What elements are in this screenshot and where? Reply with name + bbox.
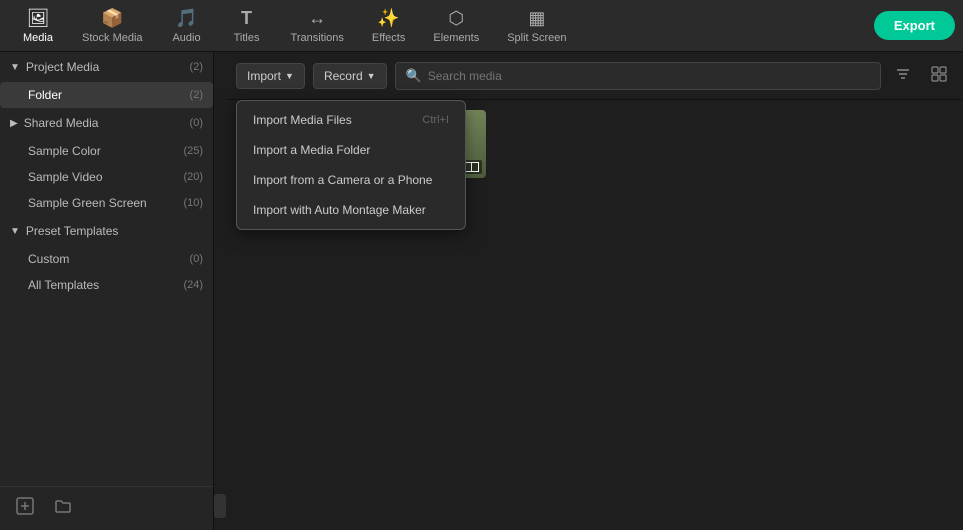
sidebar-item-sample-color[interactable]: Sample Color (25)	[0, 138, 213, 164]
media-icon: 🖼	[27, 8, 50, 29]
content-area: Import ▼ Record ▼ 🔍	[226, 52, 963, 530]
import-files-item[interactable]: Import Media Files Ctrl+I	[237, 105, 465, 135]
effects-icon: ✨	[377, 8, 399, 29]
search-bar[interactable]: 🔍	[395, 62, 881, 90]
elements-icon: ⬡	[448, 8, 464, 29]
sidebar-item-all-templates[interactable]: All Templates (24)	[0, 272, 213, 298]
import-dropdown-menu: Import Media Files Ctrl+I Import a Media…	[236, 100, 466, 230]
grid-view-button[interactable]	[925, 62, 953, 90]
sidebar-item-sample-green-screen[interactable]: Sample Green Screen (10)	[0, 190, 213, 216]
chevron-down-icon-templates: ▼	[10, 226, 20, 237]
toolbar-split-screen[interactable]: ▦ Split Screen	[493, 4, 580, 48]
split-screen-icon: ▦	[528, 8, 545, 29]
search-icon: 🔍	[406, 68, 422, 84]
sidebar-section-shared-media[interactable]: ▶ Shared Media (0)	[0, 108, 213, 138]
filter-button[interactable]	[889, 62, 917, 90]
import-chevron-icon: ▼	[285, 71, 294, 81]
chevron-down-icon: ▼	[10, 62, 20, 73]
import-dropdown[interactable]: Import ▼	[236, 63, 305, 89]
toolbar-transitions[interactable]: ↔ Transitions	[277, 4, 358, 48]
titles-icon: T	[241, 8, 252, 29]
sidebar-item-folder[interactable]: Folder (2)	[0, 82, 213, 108]
sidebar-section-project-media[interactable]: ▼ Project Media (2)	[0, 52, 213, 82]
import-montage-item[interactable]: Import with Auto Montage Maker	[237, 195, 465, 225]
sidebar-item-custom[interactable]: Custom (0)	[0, 246, 213, 272]
content-toolbar: Import ▼ Record ▼ 🔍	[226, 52, 963, 100]
add-media-button[interactable]	[10, 495, 40, 522]
import-folder-item[interactable]: Import a Media Folder	[237, 135, 465, 165]
sidebar-section-preset-templates[interactable]: ▼ Preset Templates	[0, 216, 213, 246]
sidebar-footer	[0, 486, 213, 530]
toolbar-effects[interactable]: ✨ Effects	[358, 4, 419, 48]
stock-media-icon: 📦	[101, 8, 123, 29]
export-button[interactable]: Export	[874, 11, 955, 40]
search-input[interactable]	[428, 69, 870, 83]
toolbar-media[interactable]: 🖼 Media	[8, 4, 68, 48]
toolbar-stock-media[interactable]: 📦 Stock Media	[68, 4, 157, 48]
new-folder-button[interactable]	[48, 495, 78, 522]
toolbar-elements[interactable]: ⬡ Elements	[419, 4, 493, 48]
sidebar-collapse-handle[interactable]	[214, 494, 226, 518]
sidebar: ▼ Project Media (2) Folder (2) ▶ Shared …	[0, 52, 214, 530]
toolbar-titles[interactable]: T Titles	[217, 4, 277, 48]
toolbar-audio[interactable]: 🎵 Audio	[157, 4, 217, 48]
chevron-right-icon: ▶	[10, 118, 18, 129]
transitions-icon: ↔	[308, 8, 326, 29]
record-chevron-icon: ▼	[367, 71, 376, 81]
sidebar-item-sample-video[interactable]: Sample Video (20)	[0, 164, 213, 190]
import-camera-item[interactable]: Import from a Camera or a Phone	[237, 165, 465, 195]
main-toolbar: 🖼 Media 📦 Stock Media 🎵 Audio T Titles ↔…	[0, 0, 963, 52]
audio-icon: 🎵	[175, 8, 197, 29]
main-area: ▼ Project Media (2) Folder (2) ▶ Shared …	[0, 52, 963, 530]
record-dropdown[interactable]: Record ▼	[313, 63, 387, 89]
